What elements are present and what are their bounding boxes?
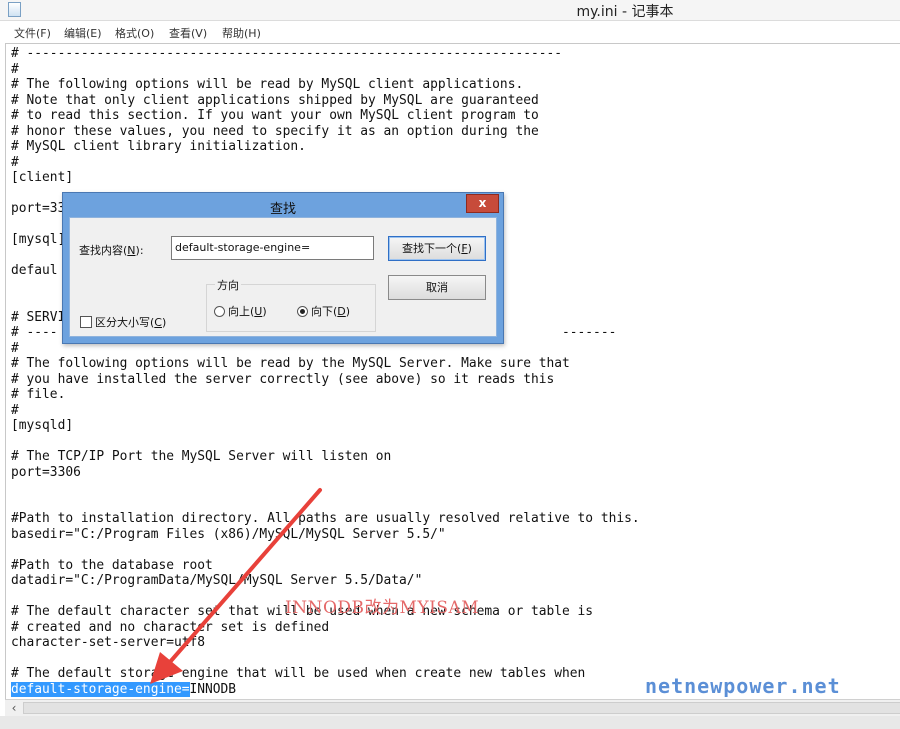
annotation-text: INNODB改为MYISAM bbox=[285, 598, 480, 618]
watermark-text: netnewpower.net bbox=[645, 674, 841, 698]
annotation-arrow-icon bbox=[150, 488, 322, 684]
